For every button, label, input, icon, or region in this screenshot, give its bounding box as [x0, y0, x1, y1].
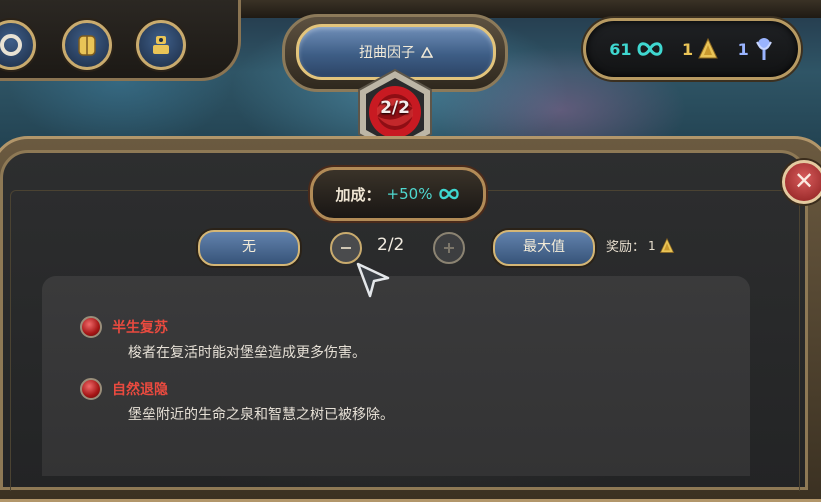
modifiers-list: 半生复苏 梭者在复活时能对堡垒造成更多伤害。 自然退隐 堡垒附近的生命之泉和智慧…: [42, 276, 750, 476]
factor-counter: 2/2: [377, 235, 405, 255]
currency-bar: 61 1 1: [583, 18, 801, 80]
pyramid-outline-icon: [421, 46, 433, 58]
blue-crystal-icon: [755, 38, 772, 60]
currency-infinity: 61: [609, 40, 663, 59]
gate-button[interactable]: [62, 20, 112, 70]
modifier-title: 自然退隐: [112, 382, 168, 398]
decrease-button[interactable]: [330, 232, 362, 264]
currency-crystal: 1: [738, 36, 775, 62]
modifier-indicator-icon: [80, 378, 102, 400]
gold-pyramid-icon: [698, 37, 718, 59]
modifier-description: 堡垒附近的生命之泉和智慧之树已被移除。: [128, 407, 394, 423]
door-icon: [78, 35, 96, 56]
max-button[interactable]: 最大值: [493, 230, 595, 266]
plus-icon: [444, 243, 454, 253]
gold-pyramid-icon: [659, 237, 674, 253]
currency-crystal-value: 1: [737, 39, 749, 59]
cyan-infinity-icon: [636, 42, 663, 56]
bonus-value: +50%: [386, 185, 433, 203]
bonus-label: 加成：: [335, 185, 381, 204]
increase-button[interactable]: [433, 232, 465, 264]
none-button[interactable]: 无: [198, 230, 300, 266]
modifier-indicator-icon: [80, 316, 102, 338]
robot-icon: [153, 36, 169, 54]
mouse-cursor-icon: [356, 262, 390, 298]
top-left-toolbar: [0, 0, 241, 81]
currency-pyramid-value: 1: [681, 39, 694, 59]
reward-label: 奖励：: [606, 240, 646, 255]
reward-display: 奖励： 1: [606, 236, 675, 255]
minus-icon: [341, 247, 351, 249]
close-icon: ✕: [793, 167, 815, 195]
ring-icon: [0, 34, 22, 56]
currency-pyramid: 1: [682, 37, 719, 61]
currency-infinity-value: 61: [609, 39, 632, 59]
modifier-description: 梭者在复活时能对堡垒造成更多伤害。: [128, 345, 366, 361]
close-button[interactable]: ✕: [782, 160, 821, 204]
reward-value: 1: [648, 238, 656, 253]
page-title: 扭曲因子: [359, 45, 415, 61]
fortress-button[interactable]: [136, 20, 186, 70]
bonus-display: 加成： +50%: [310, 167, 486, 221]
level-badge-text: 2/2: [380, 98, 410, 118]
cyan-infinity-icon: [439, 188, 460, 200]
modifier-title: 半生复苏: [112, 320, 168, 336]
